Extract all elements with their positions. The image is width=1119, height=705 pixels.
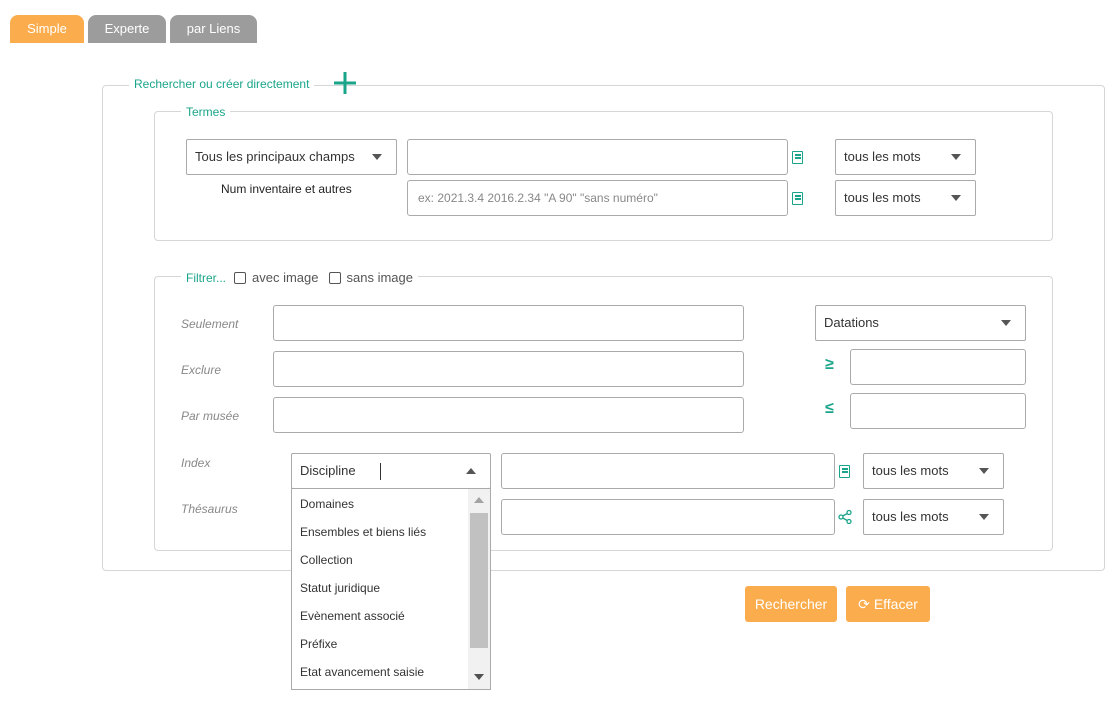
without-image-checkbox[interactable] [328,272,341,284]
dropdown-option[interactable]: Etat avancement saisie [300,665,424,679]
text-cursor [380,463,381,480]
dropdown-option[interactable]: Collection [300,553,353,567]
index-select-value: Discipline [300,463,356,478]
dropdown-option[interactable]: Ensembles et biens liés [300,525,426,539]
book-icon[interactable] [792,151,803,164]
chevron-down-icon [951,195,961,201]
chevron-down-icon [979,514,989,520]
refresh-icon: ⟳ [858,596,870,612]
field-select[interactable]: Tous les principaux champs [186,139,397,175]
search-button[interactable]: Rechercher [745,586,837,622]
termes-section [154,111,1053,241]
index-mode-value: tous les mots [872,463,949,478]
book-icon[interactable] [839,465,850,478]
dropdown-option[interactable]: Préfixe [300,637,337,651]
inventory-mode-value: tous les mots [844,190,921,205]
inventory-mode-select[interactable]: tous les mots [835,180,976,216]
dropdown-option[interactable]: Domaines [300,497,354,511]
datation-value: Datations [824,315,879,330]
sub-label: Num inventaire et autres [221,182,352,196]
scroll-down-icon[interactable] [474,674,484,680]
field-select-value: Tous les principaux champs [195,149,355,164]
terms-input[interactable] [407,139,788,175]
scroll-up-icon[interactable] [474,497,484,503]
thesaurus-mode-select[interactable]: tous les mots [863,499,1004,535]
share-icon[interactable] [838,509,852,525]
chevron-down-icon [979,468,989,474]
index-input[interactable] [501,453,835,489]
index-mode-select[interactable]: tous les mots [863,453,1004,489]
scroll-thumb[interactable] [470,513,488,648]
termes-legend: Termes [181,104,231,120]
terms-mode-value: tous les mots [844,149,921,164]
label-index: Index [181,456,211,470]
dropdown-scrollbar[interactable] [468,489,490,689]
thesaurus-mode-value: tous les mots [872,509,949,524]
filter-legend: Filtrer... avec image sans image [181,270,418,286]
datation-select[interactable]: Datations [815,305,1026,341]
gte-icon: ≥ [825,356,834,373]
thesaurus-input[interactable] [501,499,835,535]
with-image-checkbox[interactable] [234,272,247,284]
date-to-input[interactable] [850,393,1026,429]
search-legend: Rechercher ou créer directement [129,76,315,92]
without-image-label: sans image [346,270,413,285]
index-select[interactable]: Discipline [291,453,491,489]
lte-icon: ≤ [825,400,834,417]
dropdown-option[interactable]: Statut juridique [300,581,380,595]
index-dropdown-list[interactable]: Domaines Ensembles et biens liés Collect… [291,488,491,690]
book-icon[interactable] [792,192,803,205]
plus-icon[interactable] [333,71,357,95]
chevron-up-icon [466,468,476,474]
dropdown-option[interactable]: Evènement associé [300,609,405,623]
seulement-input[interactable] [273,305,744,341]
tab-experte[interactable]: Experte [88,15,166,43]
label-thesaurus: Thésaurus [181,502,238,516]
inventory-input[interactable]: ex: 2021.3.4 2016.2.34 "A 90" "sans numé… [407,180,788,216]
date-from-input[interactable] [850,349,1026,385]
label-par-musee: Par musée [181,409,240,423]
chevron-down-icon [1001,320,1011,326]
musee-input[interactable] [273,397,744,433]
with-image-label: avec image [252,270,319,285]
label-exclure: Exclure [181,363,222,377]
tab-par-liens[interactable]: par Liens [170,15,257,43]
clear-label: Effacer [873,596,918,612]
terms-mode-select[interactable]: tous les mots [835,139,976,175]
label-seulement: Seulement [181,317,239,331]
chevron-down-icon [951,154,961,160]
clear-button[interactable]: ⟳ Effacer [846,586,930,622]
filter-label: Filtrer... [186,271,227,285]
chevron-down-icon [372,154,382,160]
tab-simple[interactable]: Simple [10,15,84,43]
exclure-input[interactable] [273,351,744,387]
